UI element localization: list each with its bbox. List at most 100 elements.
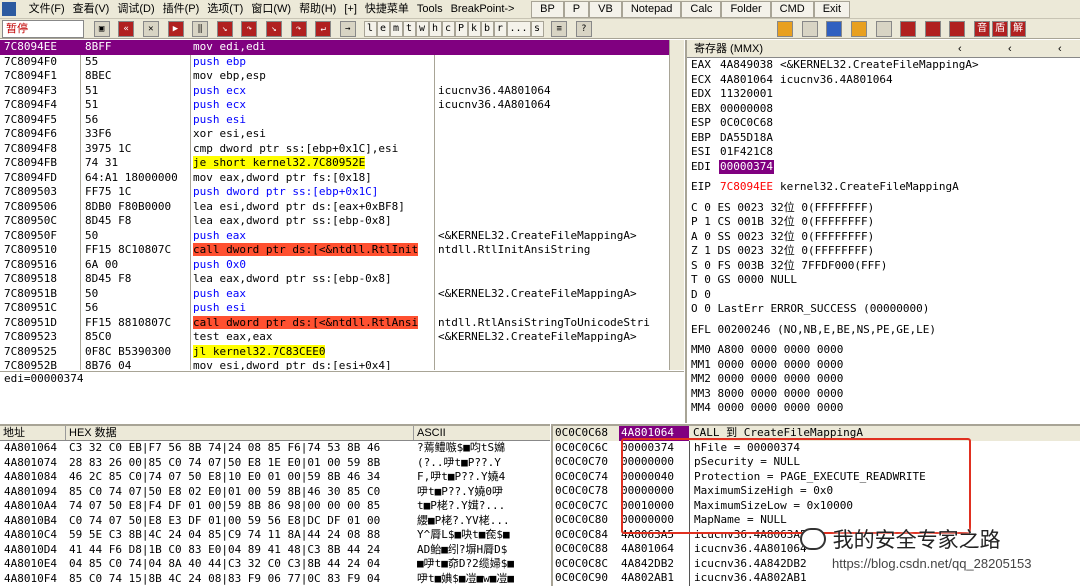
dump-row[interactable]: 4A8010B4 C0 74 07 50|E8 E3 DF 01|00 59 56… [0,514,550,529]
register-value[interactable]: 11320001 [719,87,774,102]
registers-pane[interactable]: 寄存器 (MMX) ‹ ‹ ‹ EAX 4A849038 <&KERNEL32.Cr… [685,40,1080,423]
toolbar-plugin-button[interactable]: 盾 [992,21,1009,37]
register-row-esp[interactable]: ESP 0C0C0C68 [691,116,1080,131]
toolbar-window-button[interactable]: r [493,21,507,37]
pause-icon[interactable]: ‖ [192,21,209,37]
disasm-row[interactable]: 7C8094FB 74 31 je short kernel32.7C80952E [0,156,670,171]
disasm-row[interactable]: 7C80950C 8D45 F8 lea eax,dword ptr ss:[ebp… [0,214,670,229]
plugin-icon-7[interactable] [924,21,941,37]
disasm-row[interactable]: 7C809523 85C0 test eax,eax <&KERNEL32.Creat… [0,330,670,345]
disasm-row[interactable]: 7C809516 6A 00 push 0x0 [0,258,670,273]
menu-item[interactable]: 插件(P) [159,0,204,18]
register-row-eip[interactable]: EIP 7C8094EE kernel32.CreateFileMappingA [691,180,1080,195]
dump-row[interactable]: 4A801064 C3 32 C0 EB|F7 56 8B 74|24 08 85… [0,441,550,456]
trace-into-icon[interactable]: ↘ [266,21,282,37]
open-icon[interactable]: ▣ [93,21,110,37]
menu-item[interactable]: BreakPoint-> [447,0,519,18]
plugin-icon-5[interactable] [875,21,892,37]
stack-row[interactable]: 0C0C0C90 4A802AB1 icucnv36.4A802AB1 [553,571,1080,586]
external-tool-button[interactable]: BP [531,1,564,18]
register-value[interactable]: 00000008 [719,102,774,117]
register-value[interactable]: DA55D18A [719,131,774,146]
disasm-row[interactable]: 7C8094EE 8BFF mov edi,edi [0,40,670,55]
flag-row[interactable]: O 0 LastErr ERROR_SUCCESS (00000000) [691,302,1080,317]
toolbar-window-button[interactable]: P [454,21,468,37]
disasm-row[interactable]: 7C80951C 56 push esi [0,301,670,316]
disasm-row[interactable]: 7C809510 FF15 8C10807C call dword ptr ds:[… [0,243,670,258]
menu-item[interactable]: 快捷菜单 [361,0,413,18]
disasm-row[interactable]: 7C8094F3 51 push ecx icucnv36.4A801064 [0,84,670,99]
plugin-icon-3[interactable] [826,21,843,37]
dump-row[interactable]: 4A8010D4 41 44 F6 D8|1B C0 83 E0|04 89 41… [0,543,550,558]
disasm-row[interactable]: 7C809525 0F8C B5390300 jl kernel32.7C83CEE… [0,344,670,360]
toolbar-window-button[interactable]: c [441,21,455,37]
dump-row[interactable]: 4A801074 28 83 26 00|85 C0 74 07|50 E8 1E… [0,456,550,471]
register-value[interactable]: 0C0C0C68 [719,116,774,131]
step-into-icon[interactable]: ↘ [216,21,233,37]
register-value[interactable]: 00000374 [719,159,774,174]
external-tool-button[interactable]: Exit [813,1,851,18]
disasm-row[interactable]: 7C8094F6 33F6 xor esi,esi [0,127,670,142]
dump-pane[interactable]: 地址 HEX 数据 ASCII 4A801064 C3 32 C0 EB|F7 56 … [0,424,550,586]
disasm-row[interactable]: 7C8094F4 51 push ecx icucnv36.4A801064 [0,98,670,113]
disasm-row[interactable]: 7C80951D FF15 8810807C call dword ptr ds:[… [0,315,670,331]
disasm-row[interactable]: 7C809503 FF75 1C push dword ptr ss:[ebp+0x… [0,185,670,200]
plugin-icon-8[interactable] [949,21,966,37]
reg-next-icon[interactable]: ‹ [1005,40,1012,57]
execute-till-return-icon[interactable]: ↵ [315,21,332,37]
register-row-eax[interactable]: EAX 4A849038 <&KERNEL32.CreateFileMappingA… [691,58,1080,73]
menu-item[interactable]: 选项(T) [203,0,247,18]
toolbar-window-button[interactable]: h [428,21,442,37]
step-over-icon[interactable]: ↷ [241,21,258,37]
plugin-icon-6[interactable] [900,21,917,37]
toolbar-plugin-button[interactable]: 音 [974,21,991,37]
disasm-row[interactable]: 7C8094F5 56 push esi [0,113,670,128]
mmx-row[interactable]: MM2 0000 0000 0000 0000 [691,372,1080,387]
external-tool-button[interactable]: CMD [770,1,814,18]
trace-over-icon[interactable]: ↷ [290,21,307,37]
flag-row[interactable]: Z 1 DS 0023 32位 0(FFFFFFFF) [691,244,1080,259]
toolbar-window-button[interactable]: e [376,21,390,37]
goto-icon[interactable]: → [339,21,356,37]
disasm-row[interactable]: 7C8094F0 55 push ebp [0,55,670,70]
toolbar-plugin-button[interactable]: 解 [1010,21,1027,37]
toolbar-window-button[interactable]: b [480,21,494,37]
disasm-row[interactable]: 7C8094F1 8BEC mov ebp,esp [0,69,670,84]
plugin-icon-1[interactable] [777,21,794,37]
close-icon[interactable]: ✕ [142,21,159,37]
external-tool-button[interactable]: Calc [681,1,722,18]
register-row-ecx[interactable]: ECX 4A801064 icucnv36.4A801064 [691,73,1080,88]
mmx-row[interactable]: MM0 A800 0000 0000 0000 [691,343,1080,358]
menu-item[interactable]: 调试(D) [113,0,158,18]
flag-row[interactable]: C 0 ES 0023 32位 0(FFFFFFFF) [691,201,1080,216]
external-tool-button[interactable]: P [563,1,590,18]
menu-item[interactable]: 文件(F) [25,0,69,18]
help-icon[interactable]: ? [575,21,592,37]
plugin-icon-4[interactable] [850,21,867,37]
disasm-row[interactable]: 7C8094F8 3975 1C cmp dword ptr ss:[ebp+0x1… [0,142,670,157]
dump-row[interactable]: 4A801094 85 C0 74 07|50 E8 02 E0|01 00 59… [0,485,550,500]
register-value[interactable]: 4A801064 [719,73,774,88]
disasm-row[interactable]: 7C8094FD 64:A1 18000000 mov eax,dword ptr … [0,171,670,186]
register-row-edx[interactable]: EDX 11320001 [691,87,1080,102]
toolbar-window-button[interactable]: l [363,21,377,37]
menu-item[interactable]: Tools [413,0,447,18]
register-row-ebx[interactable]: EBX 00000008 [691,102,1080,117]
toolbar-window-button[interactable]: m [389,21,403,37]
toolbar-window-button[interactable]: ... [506,21,531,37]
register-row-ebp[interactable]: EBP DA55D18A [691,131,1080,146]
disasm-row[interactable]: 7C80952B 8B76 04 mov esi,dword ptr ds:[esi… [0,359,670,370]
dump-row[interactable]: 4A8010C4 59 5E C3 8B|4C 24 04 85|C9 74 11… [0,528,550,543]
flag-row[interactable]: S 0 FS 003B 32位 7FFDF000(FFF) [691,259,1080,274]
menu-item[interactable]: 帮助(H) [295,0,340,18]
flag-row[interactable]: A 0 SS 0023 32位 0(FFFFFFFF) [691,230,1080,245]
restart-icon[interactable]: « [118,21,135,37]
disasm-row[interactable]: 7C80951B 50 push eax <&KERNEL32.CreateFileM… [0,287,670,302]
menu-item[interactable]: 查看(V) [69,0,114,18]
toolbar-window-button[interactable]: t [402,21,416,37]
toolbar-window-button[interactable]: s [530,21,544,37]
disasm-row[interactable]: 7C809518 8D45 F8 lea eax,dword ptr ss:[ebp… [0,272,670,287]
register-value[interactable]: 7C8094EE [719,180,774,195]
toolbar-window-button[interactable]: k [467,21,481,37]
menu-item[interactable]: [+] [340,0,361,18]
